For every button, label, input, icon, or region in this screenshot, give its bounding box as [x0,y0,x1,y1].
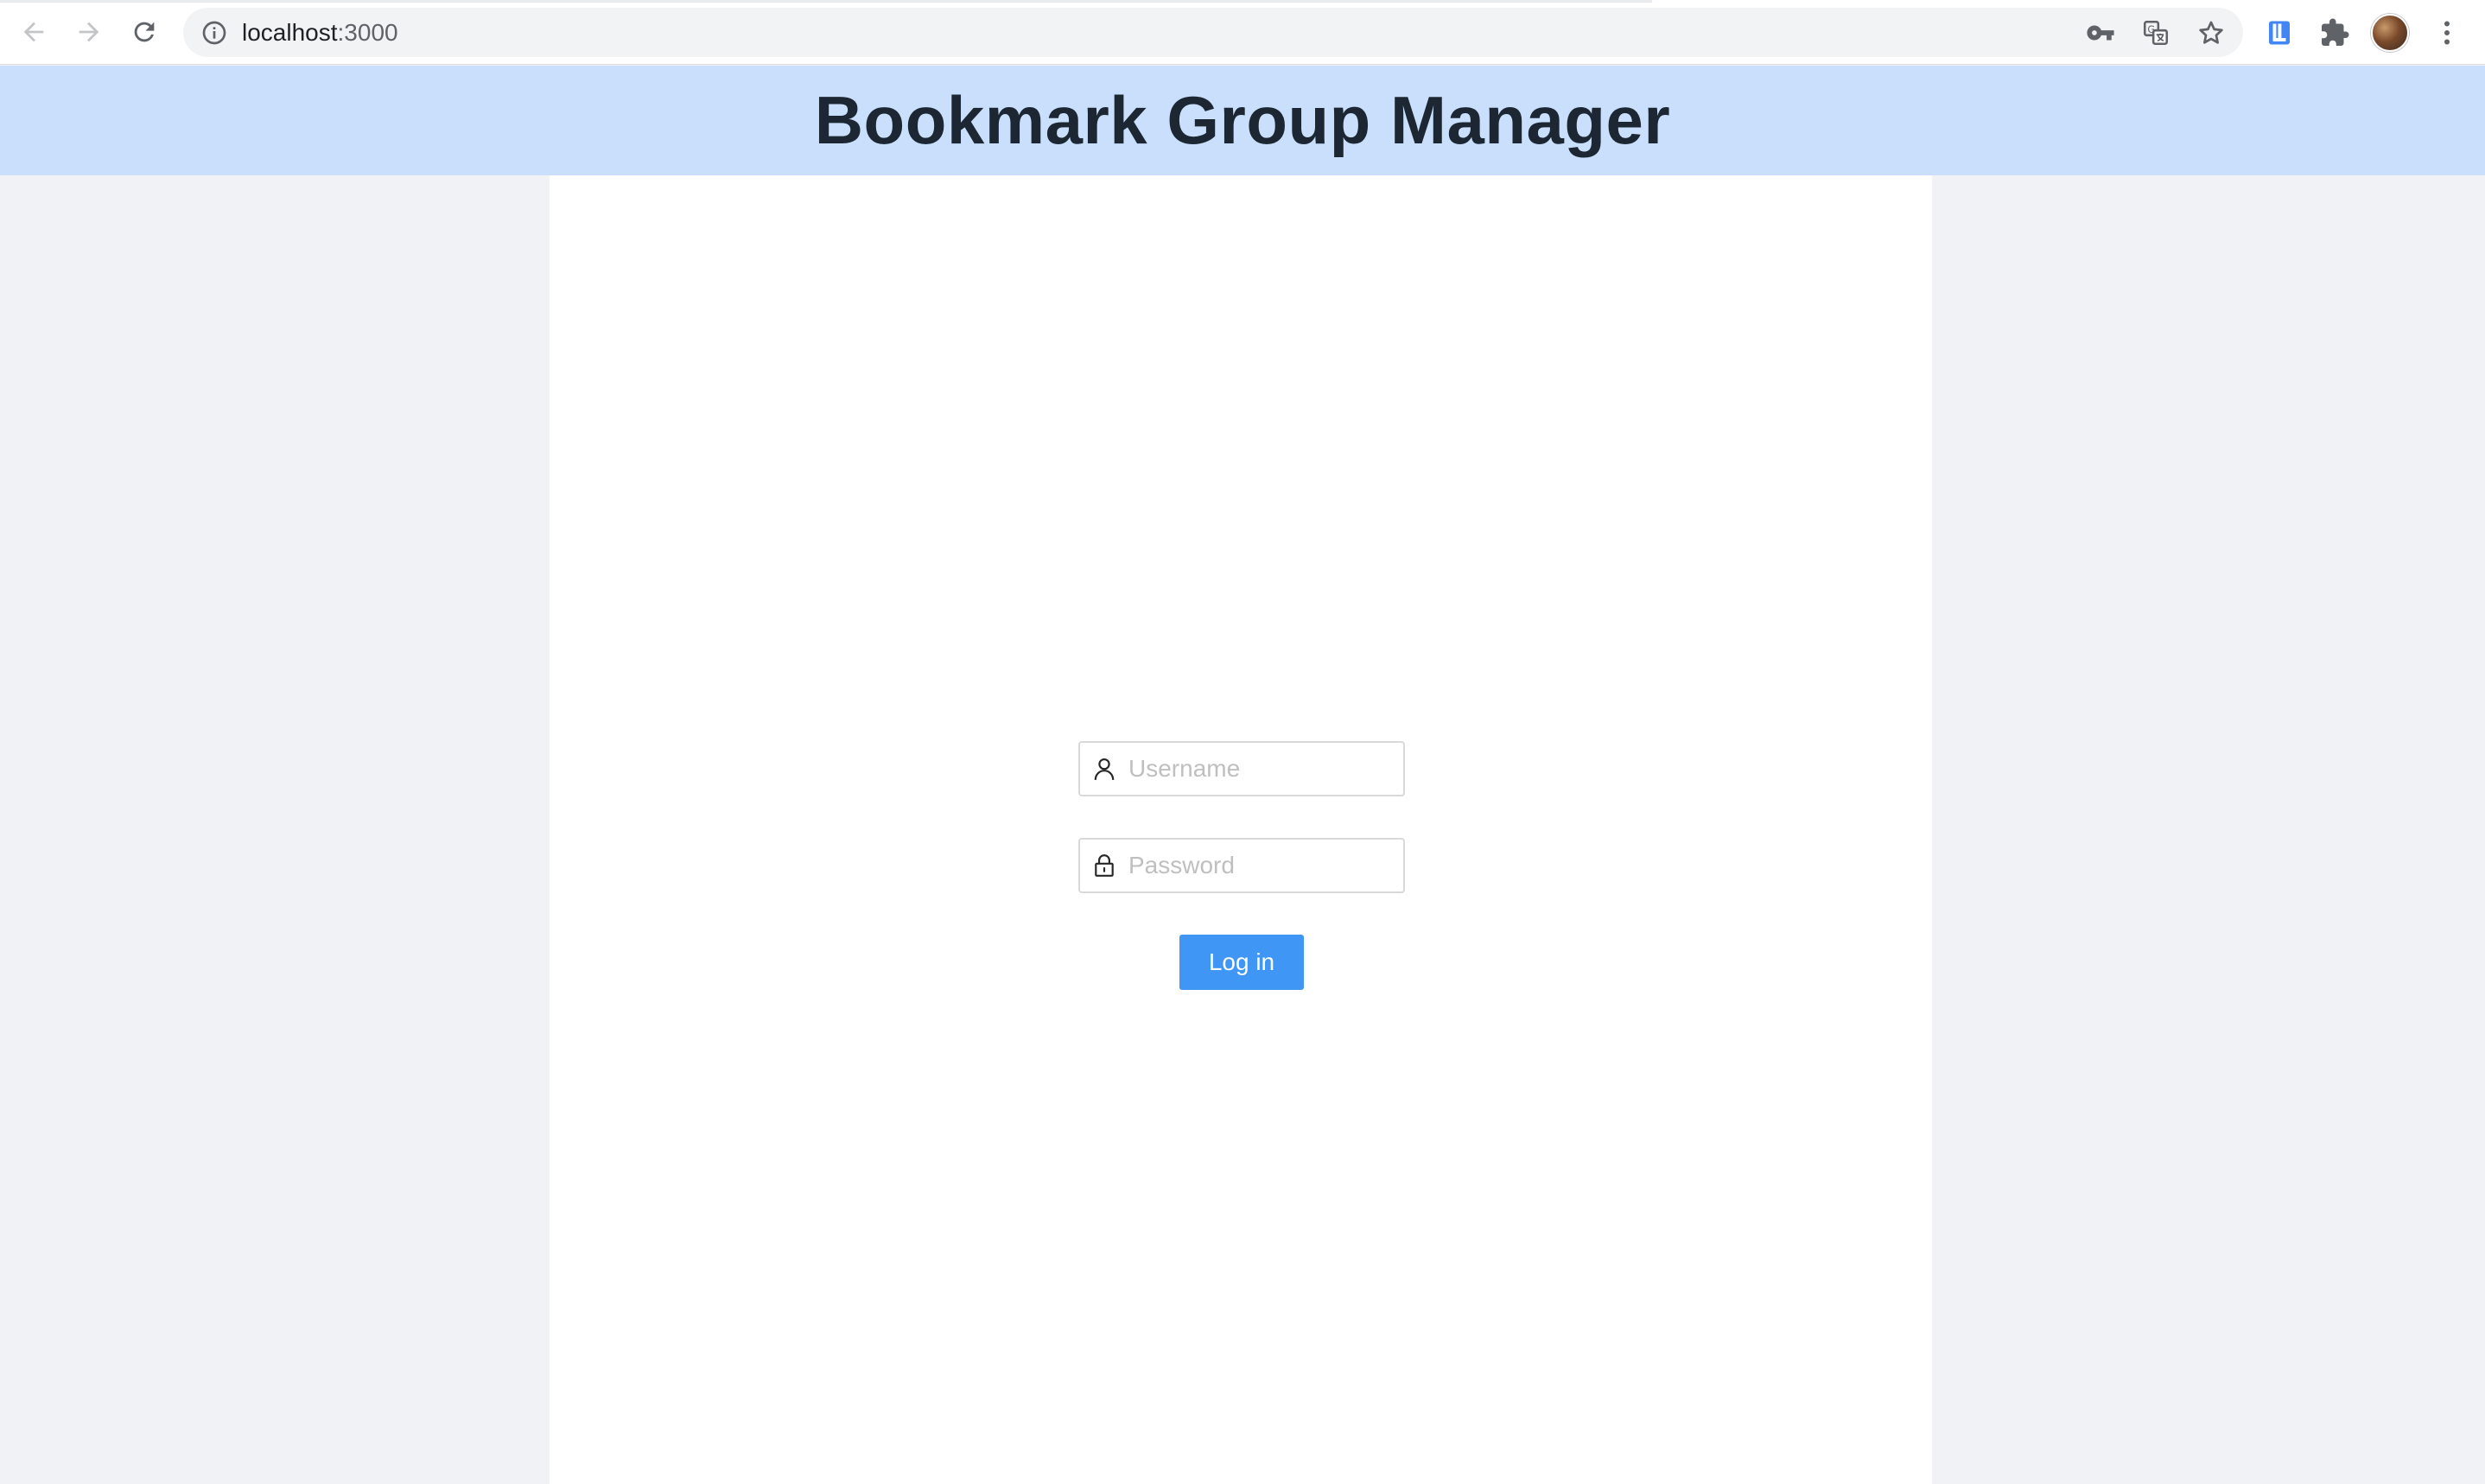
password-input[interactable] [1128,841,1396,890]
login-form: Log in [1078,741,1405,990]
page-load-progress [0,0,1652,3]
url-host: localhost [242,19,338,46]
extension-app-icon [2269,21,2290,45]
reload-button[interactable] [123,10,166,54]
username-field[interactable] [1078,741,1405,796]
profile-avatar[interactable] [2371,14,2409,52]
bookmark-star-button[interactable] [2195,16,2228,49]
password-field[interactable] [1078,838,1405,893]
key-icon [2087,25,2114,41]
more-vertical-icon [2444,21,2450,45]
password-manager-button[interactable] [2084,16,2117,49]
extension-button[interactable] [2260,14,2298,52]
extensions-menu-button[interactable] [2316,14,2354,52]
arrow-right-icon [79,22,99,42]
puzzle-icon [2322,18,2349,46]
username-input[interactable] [1128,745,1396,793]
url-text[interactable]: localhost:3000 [242,8,398,57]
url-port: :3000 [337,19,398,46]
browser-toolbar: localhost:3000 G [0,0,2485,65]
lock-icon [1080,840,1128,891]
login-button[interactable]: Log in [1179,935,1304,990]
star-icon [2199,21,2223,44]
forward-button[interactable] [67,10,111,54]
translate-icon: G [2143,20,2169,46]
site-info-icon[interactable] [200,19,228,47]
app-header: Bookmark Group Manager [0,66,2485,175]
arrow-left-icon [23,22,44,42]
browser-menu-button[interactable] [2428,14,2466,52]
page-title: Bookmark Group Manager [814,82,1671,158]
content-panel: Log in [550,175,1932,1484]
user-icon [1080,743,1128,795]
reload-icon [134,22,155,42]
back-button[interactable] [12,10,55,54]
address-bar[interactable]: localhost:3000 G [183,8,2243,57]
translate-button[interactable]: G [2139,16,2172,49]
